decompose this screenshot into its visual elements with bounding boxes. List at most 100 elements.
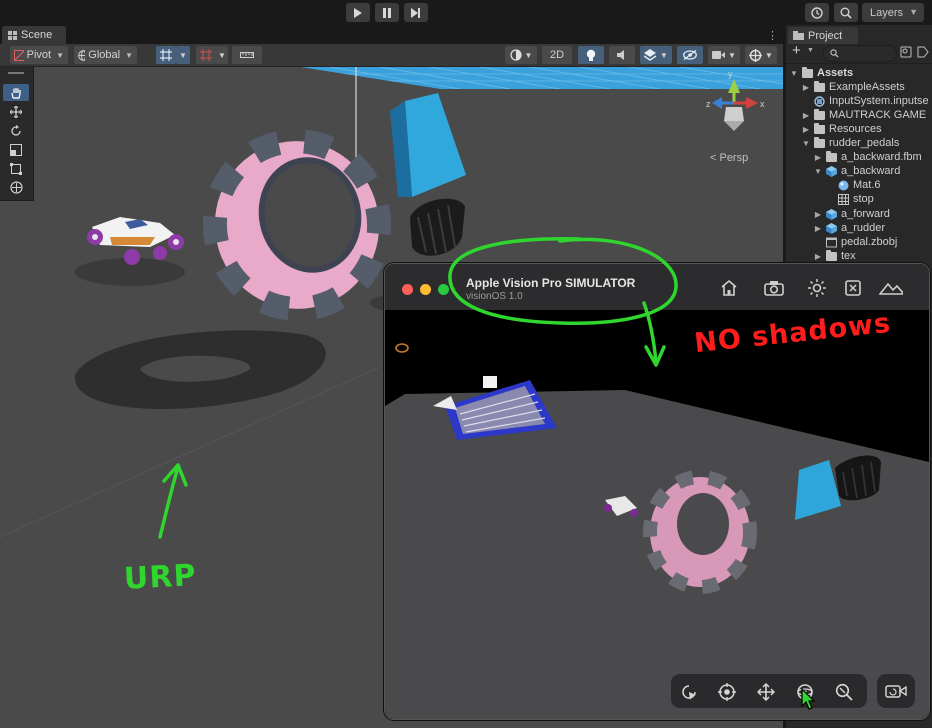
search-by-label-icon[interactable] [917,46,929,58]
scale-icon [10,143,22,156]
camera-dropdown[interactable]: ▼ [708,46,740,64]
move-tool[interactable] [3,103,29,120]
increment-snap-menu[interactable]: ▼ [216,46,228,64]
tree-item[interactable]: Mat.6 [838,178,881,192]
pivot-dropdown[interactable]: Pivot ▼ [10,46,68,64]
material-icon [838,180,849,190]
tree-item-assets[interactable]: ▼ Assets [790,66,853,80]
minimize-window-button[interactable] [420,284,431,295]
audio-icon [616,50,624,60]
gizmos-dropdown[interactable]: ▼ [745,46,777,64]
tree-item[interactable]: ▶ Resources [802,122,882,136]
folder-icon [802,66,813,78]
svg-text:z: z [706,99,711,109]
rotate-tool[interactable] [3,122,29,139]
effects-dropdown[interactable]: ▼ [640,46,672,64]
simulator-controls [671,674,867,708]
tree-item[interactable]: ▶ tex [814,249,856,263]
tools-drag-handle[interactable] [8,72,24,74]
look-control[interactable] [717,682,737,702]
pivot-icon [14,49,24,61]
transform-tool[interactable] [3,179,29,196]
project-search-input[interactable] [823,45,897,62]
increment-snap-button[interactable] [196,46,216,64]
urp-annotation: URP [123,558,198,597]
grid-snap-menu[interactable]: ▼ [176,46,190,64]
layers-dropdown[interactable]: Layers ▼ [862,3,924,22]
tree-item[interactable]: ▼ rudder_pedals [802,136,899,150]
gizmo-icon [749,48,763,62]
screenshot-button[interactable] [762,276,786,300]
collapsed-triangle-icon: ▶ [802,124,810,134]
tree-item[interactable]: ▶ a_rudder [814,221,885,235]
layers-label: Layers [870,6,904,19]
global-dropdown[interactable]: Global ▼ [74,46,137,64]
kebab-menu-icon[interactable]: ⋮ [767,29,778,42]
step-button[interactable] [404,3,428,22]
tree-item[interactable]: stop [838,192,874,206]
audio-toggle[interactable] [609,46,635,64]
top-toolbar: Layers ▼ [0,0,932,25]
pause-button[interactable] [375,3,399,22]
tab-project-label: Project [808,29,843,42]
zoom-control[interactable] [834,682,854,702]
brightness-icon [808,279,826,297]
expanded-triangle-icon: ▼ [790,68,798,78]
close-window-button[interactable] [402,284,413,295]
search-by-type-icon[interactable] [900,46,912,58]
history-icon [811,6,823,19]
hidden-objects-toggle[interactable] [677,46,703,64]
brightness-button[interactable] [805,276,829,300]
play-button[interactable] [346,3,370,22]
tree-item-label: a_forward [841,208,890,220]
step-icon [411,7,420,18]
tree-item[interactable]: InputSystem.inputse [814,94,929,108]
camera-rotate-control[interactable] [877,674,915,708]
effects-icon [644,49,657,61]
scale-tool[interactable] [3,141,29,158]
shading-icon [509,49,522,61]
add-asset-button[interactable]: + [792,42,801,59]
tree-item[interactable]: ▶ MAUTRACK GAME [802,108,926,122]
ruler-button[interactable] [232,46,262,64]
search-button[interactable] [834,3,858,22]
lighting-toggle[interactable] [578,46,604,64]
grid-snap-icon [160,49,172,61]
chevron-down-icon: ▼ [179,50,187,60]
chevron-down-icon[interactable]: ▼ [807,47,814,54]
collapsed-triangle-icon: ▶ [814,251,822,261]
tree-item-label: a_backward.fbm [841,151,922,163]
draw-mode-dropdown[interactable]: ▼ [505,46,537,64]
zoom-icon [835,683,853,701]
tree-item-label: Resources [829,123,882,135]
tree-item-label: a_rudder [841,222,886,234]
select-icon [682,685,696,700]
rect-tool[interactable] [3,160,29,177]
history-button[interactable] [805,3,829,22]
window-button[interactable] [841,276,865,300]
prefab-icon [826,165,837,177]
window-icon [845,280,861,296]
tree-item[interactable]: ▼ a_backward [814,164,900,178]
move-control[interactable] [756,682,776,702]
texture-icon [838,193,849,205]
expanded-triangle-icon: ▼ [802,138,810,148]
tree-item[interactable]: ▶ a_forward [814,207,890,221]
hand-tool[interactable] [3,84,29,101]
tree-item-label: Assets [817,67,854,79]
tab-scene[interactable]: Scene [2,26,66,44]
move-icon [757,683,775,701]
transform-icon [9,181,23,194]
environment-button[interactable] [879,276,903,300]
mode-2d-button[interactable]: 2D [542,46,572,64]
prefab-icon [826,222,837,234]
rotate-icon [11,124,21,136]
hand-icon [11,87,21,99]
tree-item[interactable]: pedal.zbobj [826,235,897,249]
grid-snap-button[interactable] [156,46,176,64]
select-control[interactable] [679,682,699,702]
projection-label[interactable]: < Persp [710,152,748,164]
tree-item[interactable]: ▶ a_backward.fbm [814,150,922,164]
chevron-down-icon: ▼ [524,50,533,60]
tree-item[interactable]: ▶ ExampleAssets [802,80,905,94]
